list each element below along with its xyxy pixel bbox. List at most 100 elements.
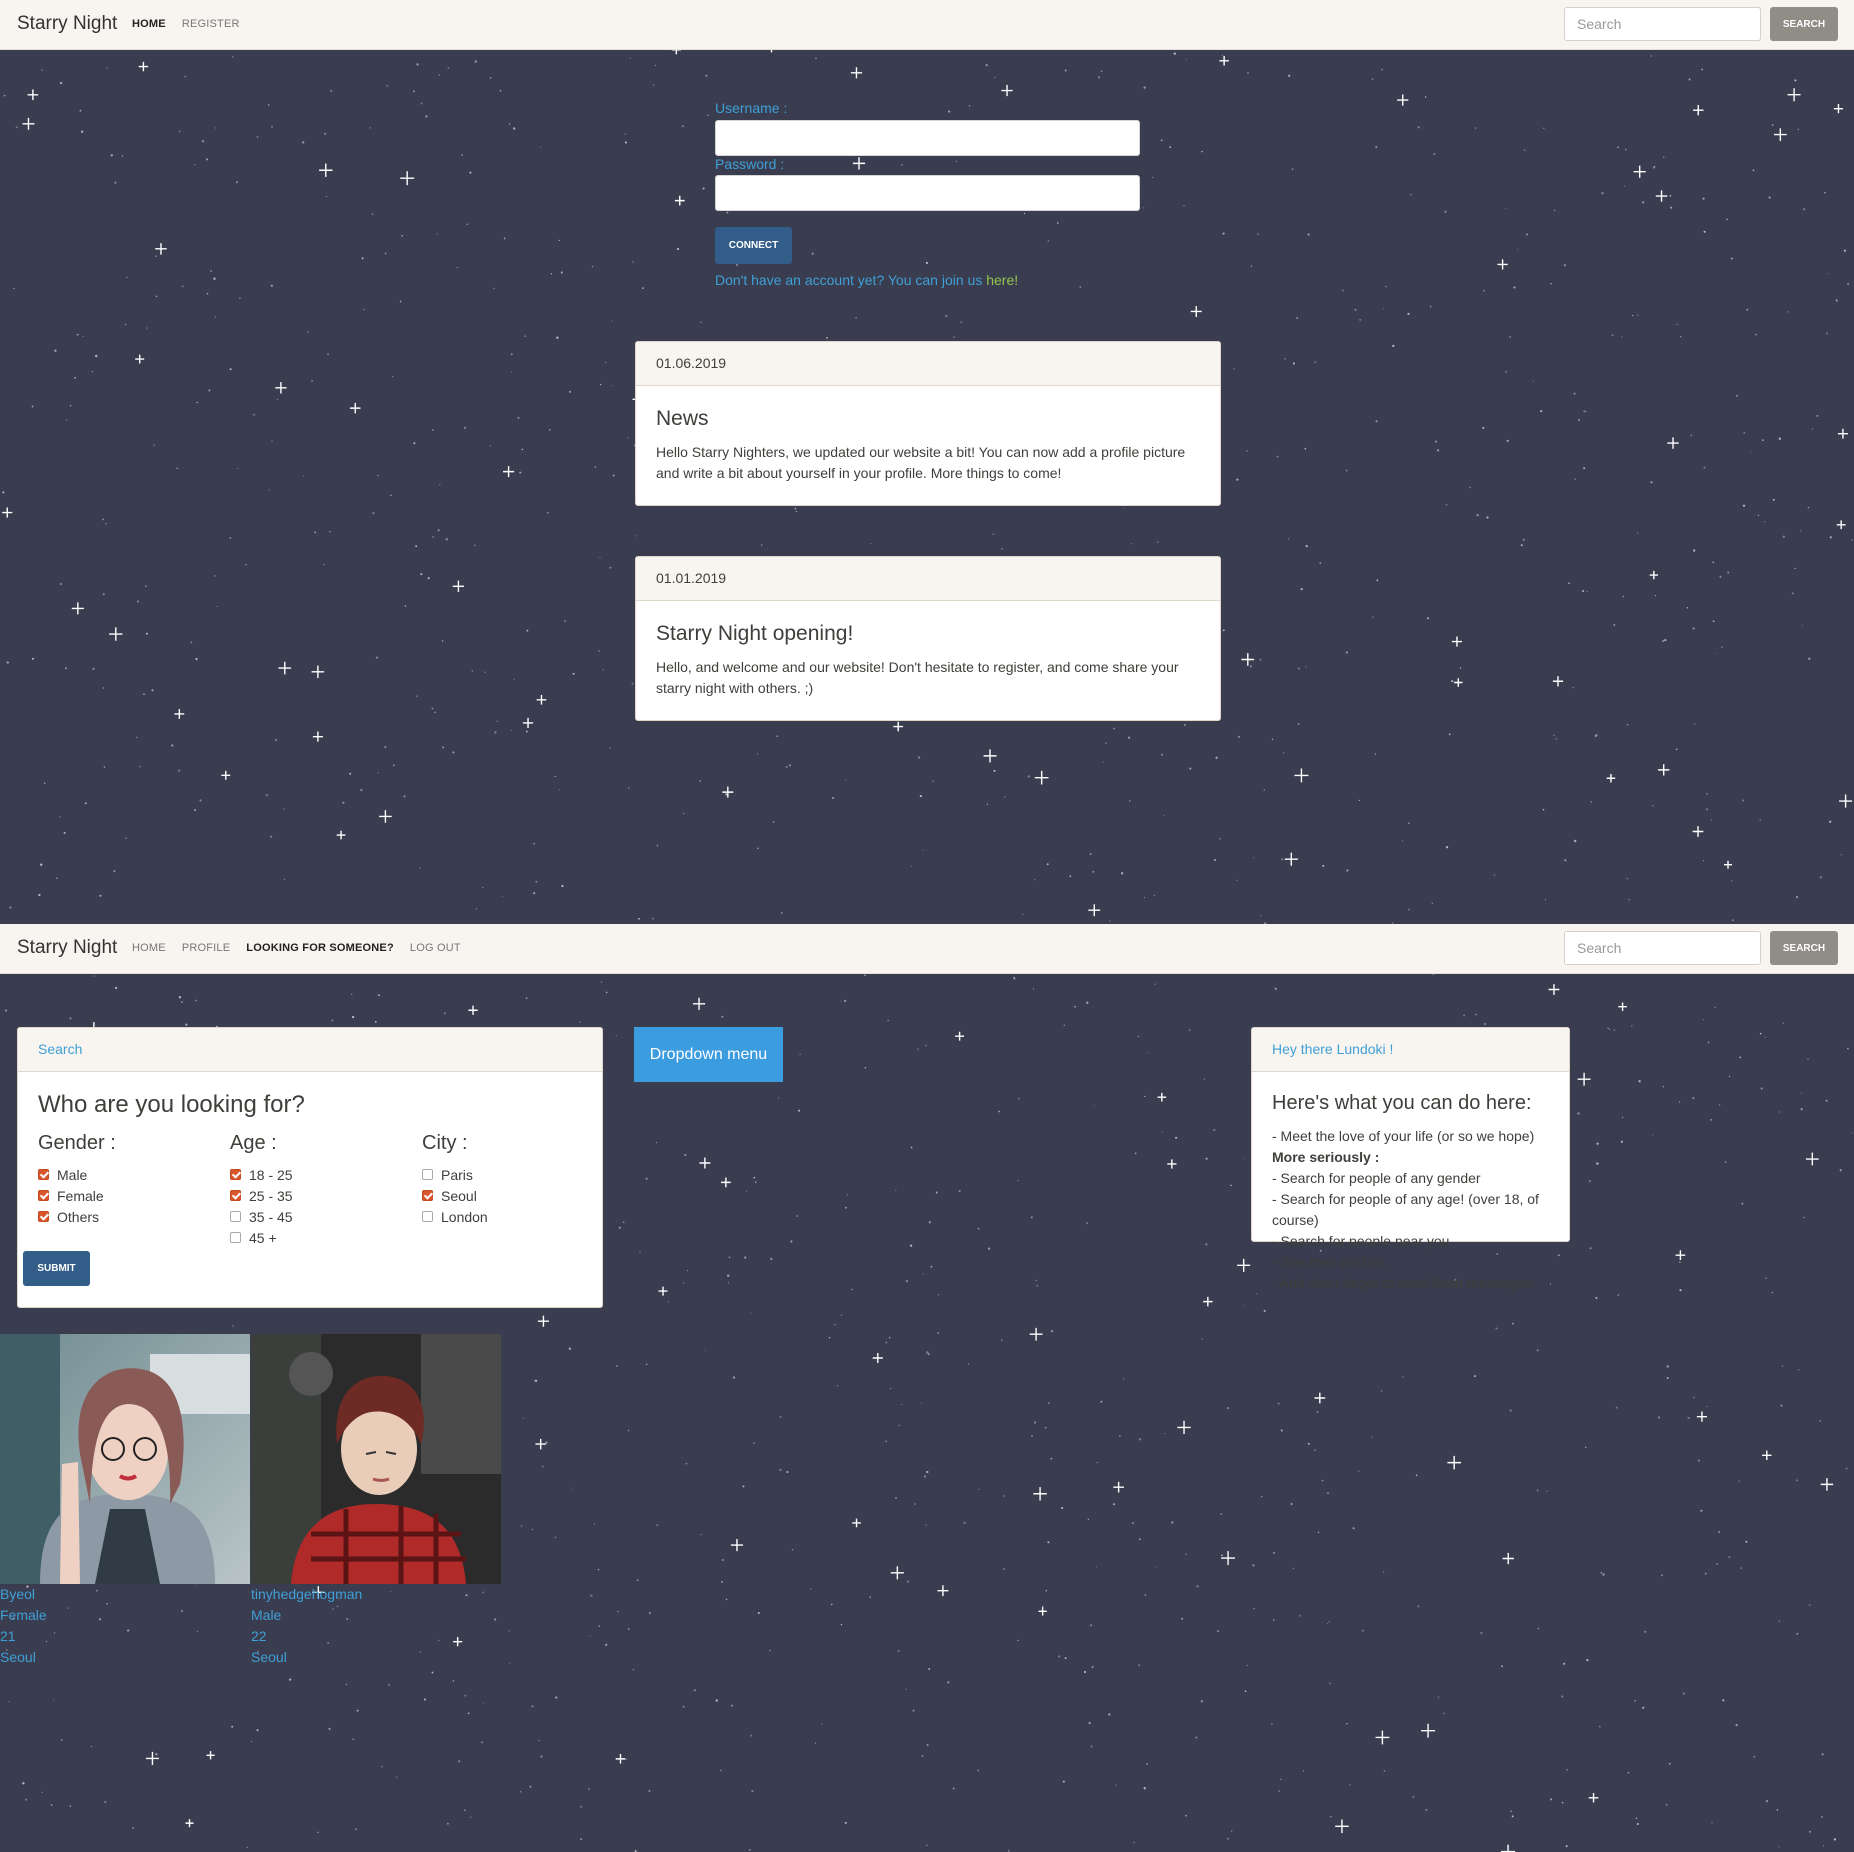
filter-option-label: Female [57, 1187, 104, 1204]
feature-heading: More seriously : [1272, 1149, 1380, 1165]
news-text: Hello, and welcome and our website! Don'… [656, 659, 1179, 697]
nav-links: HOME REGISTER [132, 18, 240, 30]
checkbox-unchecked[interactable] [422, 1211, 433, 1223]
filter-option[interactable]: 25 - 35 [230, 1185, 293, 1206]
checkbox-checked[interactable] [38, 1169, 49, 1181]
profile-name[interactable]: Byeol [0, 1584, 250, 1605]
login-screen: Starry Night HOME REGISTER SEARCH Userna… [0, 0, 1854, 924]
nav-home[interactable]: HOME [132, 18, 166, 30]
checkbox-checked[interactable] [38, 1190, 49, 1202]
filter-option[interactable]: Paris [422, 1164, 488, 1185]
profile-card[interactable]: Byeol Female 21 Seoul [0, 1334, 250, 1668]
nav-links: HOME PROFILE LOOKING FOR SOMEONE? LOG OU… [132, 942, 461, 954]
filter-option-label: Paris [441, 1166, 473, 1183]
feature-item: - See their profiles [1272, 1254, 1386, 1270]
profile-photo[interactable] [0, 1334, 250, 1584]
profile-photo[interactable] [251, 1334, 501, 1584]
age-label: Age : [230, 1132, 277, 1155]
checkbox-unchecked[interactable] [230, 1211, 241, 1223]
checkbox-unchecked[interactable] [230, 1232, 241, 1244]
profile-city: Seoul [0, 1649, 36, 1665]
filter-option-label: Male [57, 1166, 88, 1183]
filter-option[interactable]: 45 + [230, 1227, 293, 1248]
filter-option[interactable]: Seoul [422, 1185, 488, 1206]
welcome-info-panel: Hey there Lundoki ! Here's what you can … [1251, 1027, 1570, 1291]
search-button[interactable]: SEARCH [1770, 931, 1838, 965]
feature-item: - Meet the love of your life (or so we h… [1272, 1128, 1535, 1144]
profile-city: Seoul [251, 1649, 287, 1665]
connect-button[interactable]: CONNECT [715, 227, 792, 264]
filter-option-label: London [441, 1208, 488, 1225]
age-filter: Age : 18 - 25 25 - 35 35 - 45 45 + [230, 1132, 293, 1248]
filter-option[interactable]: Others [38, 1206, 116, 1227]
filter-option[interactable]: Male [38, 1164, 116, 1185]
join-text: Don't have an account yet? You can join … [715, 272, 1018, 288]
checkbox-checked[interactable] [230, 1169, 241, 1181]
city-filter: City : Paris Seoul London [422, 1132, 488, 1227]
profile-card[interactable]: tinyhedgehogman Male 22 Seoul [251, 1334, 501, 1668]
feature-item: - And don't forget to send them messages… [1272, 1275, 1535, 1291]
news-date: 01.01.2019 [636, 557, 1220, 601]
city-options: Paris Seoul London [422, 1164, 488, 1227]
brand-logo[interactable]: Starry Night [17, 937, 117, 959]
filter-option-label: 35 - 45 [249, 1208, 293, 1225]
nav-register[interactable]: REGISTER [182, 18, 240, 30]
search-filter-panel: Search Who are you looking for? Gender :… [17, 1027, 603, 1308]
nav-log-out[interactable]: LOG OUT [410, 942, 461, 954]
feature-item: - Search for people of any age! (over 18… [1272, 1191, 1539, 1228]
gender-filter: Gender : Male Female Others [38, 1132, 116, 1227]
age-options: 18 - 25 25 - 35 35 - 45 45 + [230, 1164, 293, 1248]
feature-item: - Search for people near you [1272, 1233, 1450, 1249]
submit-button[interactable]: SUBMIT [23, 1251, 90, 1286]
dropdown-menu-button[interactable]: Dropdown menu [634, 1027, 783, 1082]
news-card: 01.01.2019 Starry Night opening! Hello, … [635, 556, 1221, 721]
news-text: Hello Starry Nighters, we updated our we… [656, 444, 1186, 482]
news-card: 01.06.2019 News Hello Starry Nighters, w… [635, 341, 1221, 506]
checkbox-unchecked[interactable] [422, 1169, 433, 1181]
news-date: 01.06.2019 [636, 342, 1220, 386]
nav-home[interactable]: HOME [132, 942, 166, 954]
checkbox-checked[interactable] [38, 1211, 49, 1223]
password-label: Password : [715, 156, 785, 172]
filter-option-label: Others [57, 1208, 100, 1225]
brand-logo[interactable]: Starry Night [17, 13, 117, 35]
profile-age: 21 [0, 1628, 16, 1644]
join-text-prefix: Don't have an account yet? You can join … [715, 272, 987, 288]
search-button[interactable]: SEARCH [1770, 7, 1838, 41]
city-label: City : [422, 1132, 468, 1155]
nav-looking-for-someone[interactable]: LOOKING FOR SOMEONE? [246, 942, 394, 954]
gender-options: Male Female Others [38, 1164, 116, 1227]
search-panel-header: Search [18, 1028, 602, 1072]
filter-option-label: 25 - 35 [249, 1187, 293, 1204]
search-input[interactable] [1564, 931, 1761, 965]
top-navbar: Starry Night HOME REGISTER SEARCH [0, 0, 1854, 50]
password-field[interactable] [715, 175, 1140, 211]
filter-option[interactable]: London [422, 1206, 488, 1227]
filter-option-label: 45 + [249, 1229, 277, 1246]
welcome-header: Hey there Lundoki ! [1252, 1028, 1569, 1072]
feature-item: - Search for people of any gender [1272, 1170, 1481, 1186]
checkbox-checked[interactable] [422, 1190, 433, 1202]
news-title: Starry Night opening! [656, 622, 854, 645]
profile-gender: Female [0, 1607, 47, 1623]
filter-option-label: Seoul [441, 1187, 477, 1204]
search-screen: Starry Night HOME PROFILE LOOKING FOR SO… [0, 924, 1854, 1852]
filter-option[interactable]: 18 - 25 [230, 1164, 293, 1185]
profile-age: 22 [251, 1628, 267, 1644]
search-input[interactable] [1564, 7, 1761, 41]
filter-option[interactable]: 35 - 45 [230, 1206, 293, 1227]
filter-option[interactable]: Female [38, 1185, 116, 1206]
profile-name[interactable]: tinyhedgehogman [251, 1584, 501, 1605]
news-title: News [656, 407, 709, 430]
top-navbar: Starry Night HOME PROFILE LOOKING FOR SO… [0, 924, 1854, 974]
feature-list: - Meet the love of your life (or so we h… [1272, 1126, 1549, 1294]
join-here-link[interactable]: here! [986, 272, 1018, 288]
username-field[interactable] [715, 120, 1140, 156]
gender-label: Gender : [38, 1132, 116, 1155]
nav-profile[interactable]: PROFILE [182, 942, 230, 954]
username-label: Username : [715, 100, 788, 116]
filter-columns: Gender : Male Female Others Age : 18 - 25 2… [38, 1132, 582, 1252]
checkbox-checked[interactable] [230, 1190, 241, 1202]
filter-option-label: 18 - 25 [249, 1166, 293, 1183]
search-panel-title: Who are you looking for? [38, 1091, 305, 1118]
